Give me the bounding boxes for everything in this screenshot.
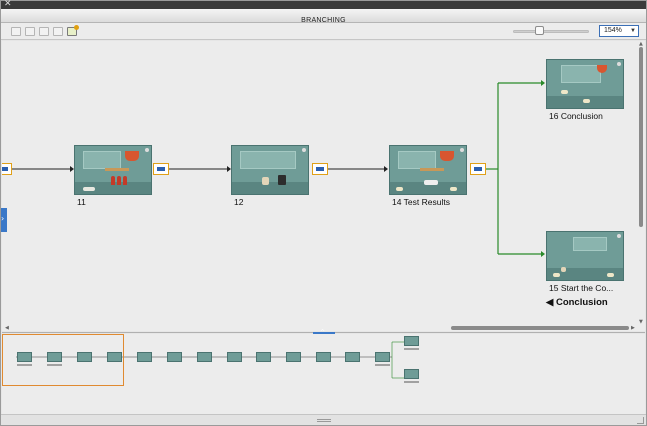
slide-thumbnail-14[interactable] — [389, 145, 467, 195]
slide-thumbnail-16[interactable] — [546, 59, 624, 109]
slide-label-11: 11 — [77, 197, 86, 207]
mini-slide[interactable] — [404, 336, 419, 346]
slide-text-panel — [398, 151, 436, 169]
slide-floor — [232, 182, 308, 194]
branch-label-text: Conclusion — [555, 297, 608, 308]
branch-arrow-16 — [541, 80, 545, 86]
mini-slide[interactable] — [107, 352, 122, 362]
result-box — [424, 180, 438, 185]
gear-icon — [302, 148, 306, 152]
mini-slide[interactable] — [197, 352, 212, 362]
slide-label-15: 15 Start the Co... — [549, 283, 614, 293]
jar-icon — [561, 267, 566, 272]
bottle-icon — [117, 176, 121, 185]
mug-icon — [278, 175, 286, 185]
bottle-icon — [111, 176, 115, 185]
gear-icon — [145, 148, 149, 152]
slide-text-panel — [573, 237, 607, 251]
vertical-scrollbar-thumb[interactable] — [639, 47, 643, 227]
branching-canvas[interactable]: 11 12 14 Test Results 16 Conclusion 15 S… — [2, 41, 645, 331]
slide-text-panel — [240, 151, 296, 169]
mini-slide[interactable] — [137, 352, 152, 362]
zoom-value: 154% — [604, 27, 622, 34]
choice-pill — [553, 273, 560, 277]
bottle-icon — [123, 176, 127, 185]
connector-12[interactable] — [312, 163, 328, 175]
slide-thumbnail-12[interactable] — [231, 145, 309, 195]
scroll-left-arrow[interactable]: ◀ — [5, 325, 9, 331]
zoom-select[interactable]: 154% ▼ — [599, 25, 639, 37]
window-resize-handle[interactable] — [637, 417, 644, 424]
zoom-slider-thumb[interactable] — [535, 26, 544, 35]
mini-label — [17, 364, 32, 366]
slide-thumbnail-11[interactable] — [74, 145, 152, 195]
coffee-cup-icon — [125, 151, 139, 161]
branching-window: ✕ BRANCHING 154% ▼ 11 12 14 Test Results… — [0, 0, 647, 426]
slide-table — [420, 168, 444, 171]
choice-pill — [583, 99, 590, 103]
zoom-slider-track[interactable] — [513, 30, 589, 33]
paste-slide-icon[interactable] — [39, 27, 49, 36]
coffee-cup-icon — [440, 151, 454, 161]
expand-panel-tab[interactable]: › — [1, 208, 7, 232]
copy-slide-icon[interactable] — [25, 27, 35, 36]
chevron-down-icon: ▼ — [630, 28, 636, 34]
jar-icon — [262, 177, 269, 185]
scroll-down-arrow[interactable]: ▼ — [639, 319, 643, 325]
choice-pill — [561, 90, 568, 94]
highlight-icon[interactable] — [67, 25, 79, 36]
overview-strip[interactable] — [2, 334, 645, 414]
group-icon[interactable] — [53, 27, 63, 36]
branch-arrow-15 — [541, 251, 545, 257]
close-icon[interactable]: ✕ — [4, 0, 12, 9]
connector-11[interactable] — [153, 163, 169, 175]
mini-slide[interactable] — [227, 352, 242, 362]
branch-label: ◀ Conclusion — [546, 297, 608, 308]
slide-button — [83, 187, 95, 191]
scroll-up-arrow[interactable]: ▲ — [639, 41, 643, 47]
mini-slide[interactable] — [345, 352, 360, 362]
gear-icon — [617, 234, 621, 238]
mini-label — [404, 381, 419, 383]
scroll-right-arrow[interactable]: ▶ — [631, 325, 635, 331]
choice-pill — [396, 187, 403, 191]
mini-slide[interactable] — [286, 352, 301, 362]
window-top-bar: ✕ — [1, 0, 646, 9]
coffee-cup-icon — [597, 65, 607, 73]
choice-pill — [607, 273, 614, 277]
chevron-right-icon: › — [1, 214, 5, 223]
mini-label — [404, 348, 419, 350]
mini-label — [47, 364, 62, 366]
slide-thumbnail-15[interactable] — [546, 231, 624, 281]
connector-prev[interactable] — [2, 163, 12, 175]
gear-icon — [460, 148, 464, 152]
mini-label — [375, 364, 390, 366]
back-arrow-icon: ◀ — [546, 297, 554, 308]
slide-text-panel — [561, 65, 601, 83]
mini-slide[interactable] — [375, 352, 390, 362]
resize-grip[interactable] — [317, 419, 331, 422]
mini-slide[interactable] — [47, 352, 62, 362]
title-bar: BRANCHING — [1, 9, 646, 24]
gear-icon — [617, 62, 621, 66]
mini-slide[interactable] — [77, 352, 92, 362]
mini-slide[interactable] — [17, 352, 32, 362]
mini-slide[interactable] — [256, 352, 271, 362]
connector-14[interactable] — [470, 163, 486, 175]
choice-pill — [450, 187, 457, 191]
slide-text-panel — [83, 151, 121, 169]
slide-label-16: 16 Conclusion — [549, 111, 603, 121]
mini-slide[interactable] — [167, 352, 182, 362]
mini-slide[interactable] — [404, 369, 419, 379]
mini-slide[interactable] — [316, 352, 331, 362]
link-arrow-14 — [384, 166, 388, 172]
select-icon[interactable] — [11, 27, 21, 36]
slide-label-14: 14 Test Results — [392, 197, 450, 207]
horizontal-scrollbar-thumb[interactable] — [451, 326, 629, 330]
slide-label-12: 12 — [234, 197, 244, 207]
slide-table — [105, 168, 129, 171]
